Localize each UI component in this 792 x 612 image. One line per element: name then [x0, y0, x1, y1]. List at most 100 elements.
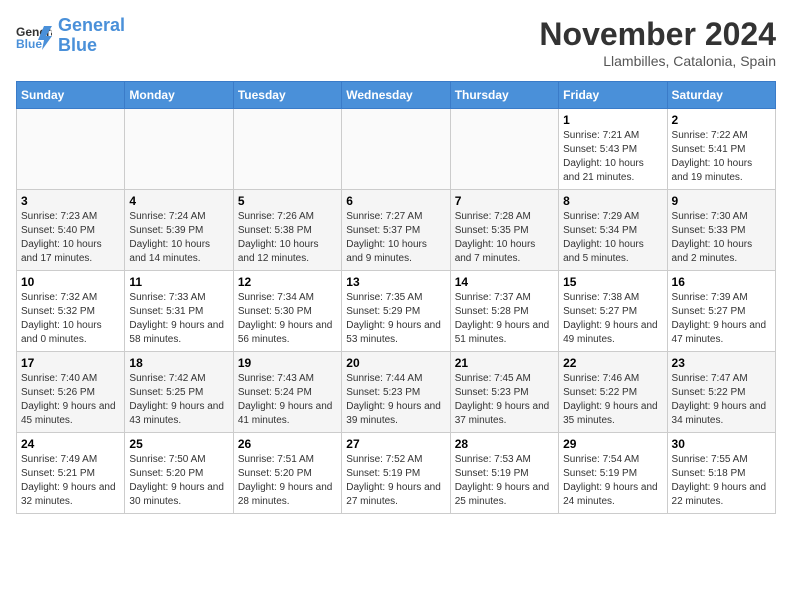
day-cell: 29 Sunrise: 7:54 AM Sunset: 5:19 PM Dayli… [559, 433, 667, 514]
day-cell: 14Sunrise: 7:37 AM Sunset: 5:28 PM Dayli… [450, 271, 558, 352]
day-number: 24 [21, 437, 120, 451]
day-header-tuesday: Tuesday [233, 82, 341, 109]
logo-blue: Blue [58, 35, 97, 55]
day-number: 23 [672, 356, 771, 370]
location: Llambilles, Catalonia, Spain [539, 53, 776, 69]
week-row-0: 1Sunrise: 7:21 AM Sunset: 5:43 PM Daylig… [17, 109, 776, 190]
day-info: Sunrise: 7:30 AM Sunset: 5:33 PM Dayligh… [672, 210, 771, 266]
day-number: 20 [346, 356, 445, 370]
day-info: Sunrise: 7:52 AM Sunset: 5:19 PM Dayligh… [346, 453, 445, 509]
week-row-4: 24 Sunrise: 7:49 AM Sunset: 5:21 PM Dayli… [17, 433, 776, 514]
day-cell [125, 109, 233, 190]
day-info: Sunrise: 7:26 AM Sunset: 5:38 PM Dayligh… [238, 210, 337, 266]
day-cell: 1Sunrise: 7:21 AM Sunset: 5:43 PM Daylig… [559, 109, 667, 190]
day-number: 30 [672, 437, 771, 451]
day-cell: 21 Sunrise: 7:45 AM Sunset: 5:23 PM Dayli… [450, 352, 558, 433]
day-cell [450, 109, 558, 190]
day-number: 17 [21, 356, 120, 370]
day-cell: 2 Sunrise: 7:22 AM Sunset: 5:41 PM Daylig… [667, 109, 775, 190]
day-cell: 11 Sunrise: 7:33 AM Sunset: 5:31 PM Dayli… [125, 271, 233, 352]
day-cell: 13Sunrise: 7:35 AM Sunset: 5:29 PM Dayli… [342, 271, 450, 352]
day-number: 6 [346, 194, 445, 208]
day-header-thursday: Thursday [450, 82, 558, 109]
day-cell: 3 Sunrise: 7:23 AM Sunset: 5:40 PM Daylig… [17, 190, 125, 271]
day-cell: 8Sunrise: 7:29 AM Sunset: 5:34 PM Daylig… [559, 190, 667, 271]
day-info: Sunrise: 7:40 AM Sunset: 5:26 PM Dayligh… [21, 372, 120, 428]
day-header-saturday: Saturday [667, 82, 775, 109]
day-info: Sunrise: 7:50 AM Sunset: 5:20 PM Dayligh… [129, 453, 228, 509]
day-number: 29 [563, 437, 662, 451]
day-header-monday: Monday [125, 82, 233, 109]
day-number: 2 [672, 113, 771, 127]
svg-text:Blue: Blue [16, 37, 42, 50]
day-header-wednesday: Wednesday [342, 82, 450, 109]
day-info: Sunrise: 7:28 AM Sunset: 5:35 PM Dayligh… [455, 210, 554, 266]
day-number: 11 [129, 275, 228, 289]
logo: General Blue General Blue [16, 16, 125, 56]
day-info: Sunrise: 7:22 AM Sunset: 5:41 PM Dayligh… [672, 129, 771, 185]
day-info: Sunrise: 7:24 AM Sunset: 5:39 PM Dayligh… [129, 210, 228, 266]
day-cell: 24 Sunrise: 7:49 AM Sunset: 5:21 PM Dayli… [17, 433, 125, 514]
calendar-header: SundayMondayTuesdayWednesdayThursdayFrid… [17, 82, 776, 109]
day-cell: 7 Sunrise: 7:28 AM Sunset: 5:35 PM Daylig… [450, 190, 558, 271]
day-number: 3 [21, 194, 120, 208]
calendar-table: SundayMondayTuesdayWednesdayThursdayFrid… [16, 81, 776, 514]
week-row-3: 17 Sunrise: 7:40 AM Sunset: 5:26 PM Dayli… [17, 352, 776, 433]
day-cell: 19 Sunrise: 7:43 AM Sunset: 5:24 PM Dayli… [233, 352, 341, 433]
day-info: Sunrise: 7:27 AM Sunset: 5:37 PM Dayligh… [346, 210, 445, 266]
day-number: 5 [238, 194, 337, 208]
day-number: 13 [346, 275, 445, 289]
day-cell: 16 Sunrise: 7:39 AM Sunset: 5:27 PM Dayli… [667, 271, 775, 352]
day-info: Sunrise: 7:44 AM Sunset: 5:23 PM Dayligh… [346, 372, 445, 428]
day-info: Sunrise: 7:39 AM Sunset: 5:27 PM Dayligh… [672, 291, 771, 347]
day-cell: 20 Sunrise: 7:44 AM Sunset: 5:23 PM Dayli… [342, 352, 450, 433]
day-number: 27 [346, 437, 445, 451]
day-cell: 22 Sunrise: 7:46 AM Sunset: 5:22 PM Dayli… [559, 352, 667, 433]
day-cell: 12 Sunrise: 7:34 AM Sunset: 5:30 PM Dayli… [233, 271, 341, 352]
day-number: 16 [672, 275, 771, 289]
day-info: Sunrise: 7:32 AM Sunset: 5:32 PM Dayligh… [21, 291, 120, 347]
day-number: 25 [129, 437, 228, 451]
day-info: Sunrise: 7:49 AM Sunset: 5:21 PM Dayligh… [21, 453, 120, 509]
day-info: Sunrise: 7:42 AM Sunset: 5:25 PM Dayligh… [129, 372, 228, 428]
day-info: Sunrise: 7:29 AM Sunset: 5:34 PM Dayligh… [563, 210, 662, 266]
day-cell [17, 109, 125, 190]
day-number: 22 [563, 356, 662, 370]
day-info: Sunrise: 7:46 AM Sunset: 5:22 PM Dayligh… [563, 372, 662, 428]
title-area: November 2024 Llambilles, Catalonia, Spa… [539, 16, 776, 69]
day-info: Sunrise: 7:54 AM Sunset: 5:19 PM Dayligh… [563, 453, 662, 509]
day-cell: 18 Sunrise: 7:42 AM Sunset: 5:25 PM Dayli… [125, 352, 233, 433]
day-cell: 4Sunrise: 7:24 AM Sunset: 5:39 PM Daylig… [125, 190, 233, 271]
day-info: Sunrise: 7:45 AM Sunset: 5:23 PM Dayligh… [455, 372, 554, 428]
day-info: Sunrise: 7:23 AM Sunset: 5:40 PM Dayligh… [21, 210, 120, 266]
day-header-sunday: Sunday [17, 82, 125, 109]
calendar-body: 1Sunrise: 7:21 AM Sunset: 5:43 PM Daylig… [17, 109, 776, 514]
day-info: Sunrise: 7:47 AM Sunset: 5:22 PM Dayligh… [672, 372, 771, 428]
day-cell: 10Sunrise: 7:32 AM Sunset: 5:32 PM Dayli… [17, 271, 125, 352]
day-info: Sunrise: 7:43 AM Sunset: 5:24 PM Dayligh… [238, 372, 337, 428]
week-row-1: 3 Sunrise: 7:23 AM Sunset: 5:40 PM Daylig… [17, 190, 776, 271]
header-row: SundayMondayTuesdayWednesdayThursdayFrid… [17, 82, 776, 109]
day-cell: 27 Sunrise: 7:52 AM Sunset: 5:19 PM Dayli… [342, 433, 450, 514]
day-header-friday: Friday [559, 82, 667, 109]
day-number: 21 [455, 356, 554, 370]
day-info: Sunrise: 7:33 AM Sunset: 5:31 PM Dayligh… [129, 291, 228, 347]
day-info: Sunrise: 7:34 AM Sunset: 5:30 PM Dayligh… [238, 291, 337, 347]
day-number: 19 [238, 356, 337, 370]
logo-icon: General Blue [16, 22, 52, 50]
day-info: Sunrise: 7:55 AM Sunset: 5:18 PM Dayligh… [672, 453, 771, 509]
day-cell: 23 Sunrise: 7:47 AM Sunset: 5:22 PM Dayli… [667, 352, 775, 433]
day-cell: 25 Sunrise: 7:50 AM Sunset: 5:20 PM Dayli… [125, 433, 233, 514]
day-cell: 6 Sunrise: 7:27 AM Sunset: 5:37 PM Daylig… [342, 190, 450, 271]
day-number: 7 [455, 194, 554, 208]
day-cell: 28Sunrise: 7:53 AM Sunset: 5:19 PM Dayli… [450, 433, 558, 514]
day-info: Sunrise: 7:38 AM Sunset: 5:27 PM Dayligh… [563, 291, 662, 347]
day-number: 9 [672, 194, 771, 208]
day-number: 26 [238, 437, 337, 451]
day-number: 12 [238, 275, 337, 289]
day-cell: 30 Sunrise: 7:55 AM Sunset: 5:18 PM Dayli… [667, 433, 775, 514]
day-info: Sunrise: 7:21 AM Sunset: 5:43 PM Dayligh… [563, 129, 662, 185]
day-number: 15 [563, 275, 662, 289]
day-number: 18 [129, 356, 228, 370]
day-cell: 5 Sunrise: 7:26 AM Sunset: 5:38 PM Daylig… [233, 190, 341, 271]
